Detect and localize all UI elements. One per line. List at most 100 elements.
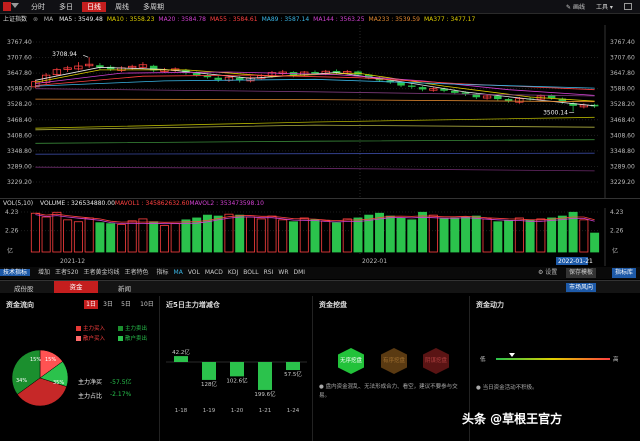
toolbar-item[interactable]: MACD xyxy=(205,269,223,276)
tab-minute[interactable]: 分时 xyxy=(26,2,50,12)
power-high-label: 高 xyxy=(613,357,619,363)
main-flow-bar-label: 57.5亿 xyxy=(284,370,302,378)
volume-bar xyxy=(471,215,481,253)
volume-unit-label-right: 亿 xyxy=(612,247,618,255)
period-3d-button[interactable]: 3日 xyxy=(101,300,115,309)
toolbar-item[interactable]: 指标 xyxy=(157,269,169,276)
price-axis-label-right: 3647.80 xyxy=(610,70,635,77)
candle-body xyxy=(214,77,222,80)
toolbar-item[interactable]: 王者520 xyxy=(55,269,78,276)
volume-bar xyxy=(407,219,417,253)
watermark: 头条 @草根王官方 xyxy=(462,412,563,426)
power-note: ● 当日资金活动不积极。 xyxy=(476,385,538,391)
volume-bar xyxy=(557,215,567,253)
tab-constituents[interactable]: 成份股 xyxy=(14,283,34,293)
capital-mining-title: 资金挖盘 xyxy=(319,301,347,309)
volume-bar xyxy=(482,218,492,253)
menu-icon[interactable] xyxy=(3,2,11,11)
volume-bar xyxy=(353,217,363,253)
close-icon[interactable]: ⊗ xyxy=(33,16,38,23)
main-flow-date-label: 1-21 xyxy=(259,408,271,414)
main-flow-bar xyxy=(230,362,244,377)
main-flow-date-label: 1-19 xyxy=(203,408,216,414)
toolbar-item[interactable]: 增加 xyxy=(38,269,50,276)
volume-bar xyxy=(52,211,62,253)
toolbar-item[interactable]: 王者特色 xyxy=(125,269,149,276)
ma-value: MA233 : 3539.59 xyxy=(368,16,420,23)
toolbar-item[interactable]: MA xyxy=(174,269,183,276)
volume-bar xyxy=(224,213,234,253)
ma-line xyxy=(35,166,595,172)
volume-bar xyxy=(310,219,320,253)
period-5d-button[interactable]: 5日 xyxy=(119,300,133,309)
candlestick-svg[interactable]: 3767.40 3767.40 3707.60 3707.60 3647.80 3647.… xyxy=(0,25,640,198)
power-low-label: 低 xyxy=(480,357,486,363)
toolbar-item[interactable]: DMI xyxy=(294,269,306,276)
pie-label-2: 34% xyxy=(16,378,27,384)
save-template-button[interactable]: 保存模板 xyxy=(566,268,597,278)
low-annotation: 3500.14 xyxy=(543,110,568,117)
tab-daily[interactable]: 日线 xyxy=(82,2,106,12)
price-axis-label-left: 3229.20 xyxy=(7,179,32,186)
volume-bar xyxy=(256,218,266,253)
tab-multi-day[interactable]: 多日 xyxy=(54,2,78,12)
legend-retail-buy: 散户买入 xyxy=(76,334,105,342)
indicator-toolbar: 技术指标 增加 王者520 王者黄金均线 王者特色 指标 MA VOL MACD KDJ BOLL R… xyxy=(0,267,640,279)
main-flow-date-label: 1-24 xyxy=(287,408,300,414)
toolbar-item[interactable]: WR xyxy=(278,269,288,276)
chevron-down-icon[interactable] xyxy=(11,3,19,8)
volume-svg[interactable]: 4.23 4.23 2.26 2.26 亿 亿 2021-12 2022-01 2022-01-… xyxy=(0,208,640,266)
main-ratio-label: 主力占比 xyxy=(78,393,103,400)
period-10d-button[interactable]: 10日 xyxy=(139,300,155,309)
price-axis-label-left: 3348.80 xyxy=(7,148,32,155)
period-1d-button[interactable]: 1日 xyxy=(84,300,98,309)
volume-bar xyxy=(579,219,589,253)
volume-bar xyxy=(245,216,255,253)
tab-weekly[interactable]: 周线 xyxy=(110,2,134,12)
price-axis-label-left: 3767.40 xyxy=(7,39,32,46)
ma-line xyxy=(35,139,595,144)
volume-chart[interactable]: 4.23 4.23 2.26 2.26 亿 亿 2021-12 2022-01 2022-01-… xyxy=(0,208,640,266)
volume-axis-right: 2.26 xyxy=(610,228,624,235)
volume-bar xyxy=(63,219,73,253)
hex-disordered: 无序挖盘 xyxy=(338,348,364,374)
tools-button[interactable]: 工具 ▾ xyxy=(596,2,613,11)
volume-bar xyxy=(84,217,94,253)
toolbar-item[interactable]: BOLL xyxy=(243,269,258,276)
settings-button[interactable]: ⚙ 设置 xyxy=(538,267,557,279)
toolbar-item[interactable]: 王者黄金均线 xyxy=(83,269,119,276)
ma-value: MA144 : 3563.25 xyxy=(313,16,365,23)
top-bar: 分时 多日 日线 周线 多周期 ✎ 画线 工具 ▾ xyxy=(0,0,640,14)
ma-value: MA377 : 3477.17 xyxy=(423,16,476,23)
candle-body xyxy=(547,95,556,99)
volume-bar xyxy=(547,217,557,253)
price-axis-label-left: 3289.00 xyxy=(7,163,32,170)
price-axis-label-right: 3229.20 xyxy=(610,179,635,186)
price-axis-label-right: 3289.00 xyxy=(610,163,635,170)
toolbar-item[interactable]: RSI xyxy=(264,269,274,276)
toolbar-item[interactable]: KDJ xyxy=(228,269,238,276)
main-flow-bar-label: 199.6亿 xyxy=(254,390,276,398)
ma-value: MA20 : 3584.78 xyxy=(158,16,206,23)
volume-bar xyxy=(504,220,514,253)
window-icon[interactable] xyxy=(624,3,632,10)
toolbar-item[interactable]: VOL xyxy=(188,269,200,276)
main-flow-bar-label: 42.2亿 xyxy=(172,348,190,356)
indicator-library-button[interactable]: 指标库 xyxy=(612,268,637,278)
toolbar-item[interactable]: 技术指标 xyxy=(0,269,31,276)
tab-multi-period[interactable]: 多周期 xyxy=(138,2,169,12)
price-axis-label-right: 3588.00 xyxy=(610,86,635,93)
ma-line xyxy=(35,152,595,155)
volume-axis-left: 4.23 xyxy=(5,209,19,216)
net-buy-value: -57.5亿 xyxy=(110,379,132,386)
volume-bar xyxy=(159,225,169,253)
market-wind-button[interactable]: 市场风向 xyxy=(566,283,597,292)
main-flow-bar xyxy=(174,356,188,362)
capital-flow-title: 资金流向 xyxy=(6,301,34,309)
main-ratio-value: -2.17% xyxy=(110,391,132,398)
tab-news[interactable]: 新闻 xyxy=(118,283,131,293)
draw-line-button[interactable]: ✎ 画线 xyxy=(566,2,585,11)
volume-bar xyxy=(321,220,331,253)
tab-capital[interactable]: 资金 xyxy=(54,281,98,293)
candlestick-chart[interactable]: 3767.40 3767.40 3707.60 3707.60 3647.80 3647.… xyxy=(0,25,640,198)
